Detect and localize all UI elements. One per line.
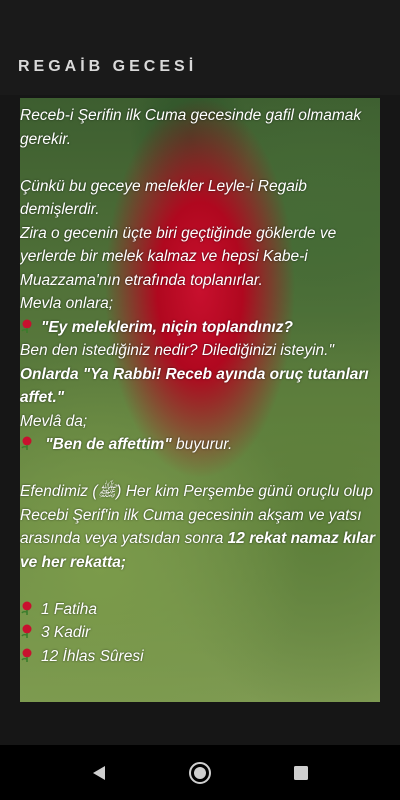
home-button[interactable] — [187, 760, 213, 786]
paragraph-zira: Zira o gecenin üçte biri geçtiğinde gökl… — [20, 224, 337, 289]
system-nav-bar — [0, 745, 400, 800]
back-triangle-icon — [93, 766, 105, 780]
back-button[interactable] — [86, 760, 112, 786]
line-onlarda: Onlarda "Ya Rabbi! Receb ayında oruç tut… — [20, 365, 369, 407]
list-item-ihlas: 12 İhlas Sûresi — [20, 645, 380, 669]
line-ben-de-affettim: "Ben de affettim" buyurur. — [20, 433, 380, 457]
rose-icon — [20, 599, 33, 615]
list-item-fatiha: 1 Fatiha — [20, 598, 380, 622]
paragraph-efendimiz: Efendimiz (ﷺ) Her kim Perşembe günü oruç… — [20, 483, 375, 571]
line-ben-den: Ben den istediğiniz nedir? Dilediğinizi … — [20, 342, 334, 359]
recents-square-icon — [294, 766, 308, 780]
rose-icon — [20, 317, 33, 333]
content-panel[interactable]: Receb-i Şerifin ilk Cuma gecesinde gafil… — [20, 98, 380, 702]
app-bar: REGAİB GECESİ — [0, 0, 400, 95]
list-item-kadir: 3 Kadir — [20, 621, 380, 645]
line-ey-meleklerim: "Ey meleklerim, niçin toplandınız? — [20, 316, 380, 340]
article-text: Receb-i Şerifin ilk Cuma gecesinde gafil… — [20, 104, 380, 668]
rose-icon — [20, 622, 33, 638]
home-circle-icon — [189, 762, 211, 784]
line-mevla-onlara: Mevla onlara; — [20, 295, 114, 312]
line-mevla-da: Mevlâ da; — [20, 412, 88, 430]
rose-icon — [20, 434, 33, 450]
paragraph-intro: Receb-i Şerifin ilk Cuma gecesinde gafil… — [20, 107, 362, 148]
page-title: REGAİB GECESİ — [18, 58, 198, 75]
recents-button[interactable] — [288, 760, 314, 786]
paragraph-cunku: Çünkü bu geceye melekler Leyle-i Regaib … — [20, 177, 307, 219]
rose-icon — [20, 646, 33, 662]
